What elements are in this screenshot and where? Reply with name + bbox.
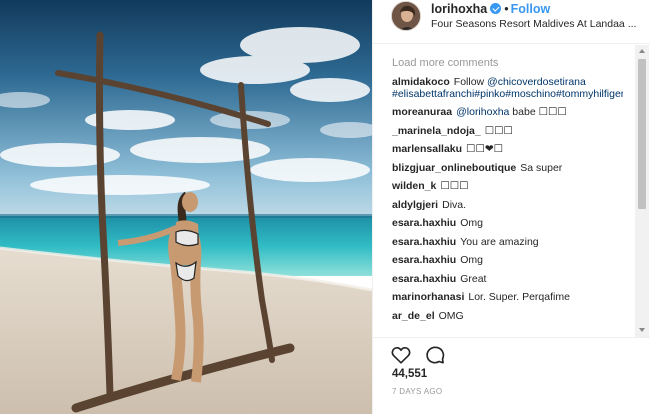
comment-text: OMG <box>438 309 464 322</box>
comment-item: moreanuraa @lorihoxha babe ☐☐☐ <box>392 106 623 119</box>
scroll-down-arrow-icon[interactable] <box>639 328 645 332</box>
post-photo[interactable] <box>0 0 372 414</box>
scrollbar-thumb[interactable] <box>638 59 646 209</box>
comment-item: esara.haxhiu Omg <box>392 217 623 230</box>
comment-text: babe ☐☐☐ <box>509 106 567 118</box>
comment-text: Omg <box>460 217 483 229</box>
post-timestamp[interactable]: 7 days ago <box>392 387 442 396</box>
likes-count[interactable]: 44,551 <box>392 368 427 380</box>
comment-username[interactable]: esara.haxhiu <box>392 254 456 266</box>
username-link[interactable]: lorihoxha <box>431 2 487 16</box>
comment-username[interactable]: wilden_k <box>392 180 436 192</box>
comment-username[interactable]: esara.haxhiu <box>392 217 456 229</box>
post-author: lorihoxha • Follow <box>431 2 550 16</box>
comment-text: ☐☐❤☐ <box>466 143 504 155</box>
comments-scrollbar[interactable] <box>635 45 649 337</box>
comment-username[interactable]: almidakoco <box>392 76 450 88</box>
comment-item: esara.haxhiu Omg <box>392 254 623 267</box>
comment-username[interactable]: ar_de_el <box>392 310 435 322</box>
comment-item: aldylgjeri Diva. <box>392 198 623 212</box>
comment-item: esara.haxhiu Great <box>392 272 623 286</box>
comment-item: almidakoco Follow @chicoverdosetirana #el… <box>392 76 623 100</box>
comments-list: Load more comments almidakoco Follow @chi… <box>373 52 623 333</box>
comment-item: _marinela_ndoja_ ☐☐☐ <box>392 124 623 138</box>
verified-badge-icon <box>490 3 502 14</box>
load-more-comments-button[interactable]: Load more comments <box>392 57 623 69</box>
comment-text: ☐☐☐ <box>484 124 513 137</box>
beach-photo-image <box>0 0 372 414</box>
comment-username[interactable]: marlensallaku <box>392 143 462 155</box>
comment-text: Omg <box>460 254 483 266</box>
comment-username[interactable]: blizgjuar_onlineboutique <box>392 162 516 174</box>
heart-outline-icon <box>391 347 411 364</box>
follow-button[interactable]: Follow <box>511 2 551 16</box>
profile-picture <box>392 2 420 30</box>
comment-username[interactable]: esara.haxhiu <box>392 236 456 248</box>
comment-username[interactable]: moreanuraa <box>392 106 452 118</box>
comment-text: Follow <box>453 76 488 88</box>
action-buttons <box>390 344 454 368</box>
likes-number: 44,551 <box>392 368 428 380</box>
speech-bubble-icon <box>426 346 445 364</box>
separator-dot: • <box>504 2 509 16</box>
comment-item: blizgjuar_onlineboutique Sa super <box>392 161 623 175</box>
comment-text: Sa super <box>520 161 563 174</box>
location-link[interactable]: Four Seasons Resort Maldives At Landaa .… <box>431 18 641 30</box>
comment-item: marlensallaku ☐☐❤☐ <box>392 143 623 156</box>
comment-text: Diva. <box>442 198 467 211</box>
like-button[interactable] <box>390 344 412 366</box>
comment-mention-link[interactable]: @lorihoxha <box>456 106 509 118</box>
comment-text: You are amazing <box>460 235 539 248</box>
comment-item: esara.haxhiu You are amazing <box>392 235 623 249</box>
comment-text: Great <box>460 272 487 285</box>
comment-item: marinorhanasi Lor. Super. Perqafime <box>392 291 623 304</box>
post-details-panel: lorihoxha • Follow Four Seasons Resort Mal… <box>372 0 650 414</box>
comment-item: wilden_k ☐☐☐ <box>392 180 623 193</box>
comment-text: ☐☐☐ <box>440 180 469 192</box>
comment-username[interactable]: _marinela_ndoja_ <box>392 125 481 137</box>
avatar[interactable] <box>391 1 421 31</box>
comment-item: ar_de_el OMG <box>392 309 623 323</box>
comment-username[interactable]: esara.haxhiu <box>392 273 456 285</box>
comment-text: Lor. Super. Perqafime <box>468 291 570 303</box>
post-header: lorihoxha • Follow Four Seasons Resort Mal… <box>373 0 650 44</box>
comment-username[interactable]: aldylgjeri <box>392 199 438 211</box>
comment-username[interactable]: marinorhanasi <box>392 291 464 303</box>
comment-button[interactable] <box>424 344 446 366</box>
scroll-up-arrow-icon[interactable] <box>639 49 645 53</box>
post-actions: 44,551 7 days ago <box>373 337 650 414</box>
